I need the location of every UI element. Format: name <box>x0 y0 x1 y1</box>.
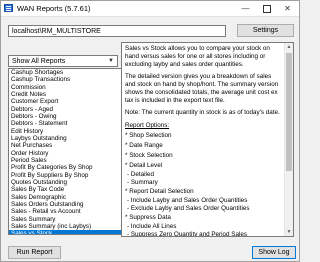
minimize-button[interactable]: — <box>235 1 256 16</box>
report-list-item[interactable]: Period Sales <box>9 157 124 164</box>
report-list-item[interactable]: Customer Export <box>9 98 124 105</box>
report-options-list: * Shop Selection * Date Range * Stock Sele… <box>125 131 282 237</box>
window-title: WAN Reports (5.7.61) <box>17 4 91 13</box>
report-list-item[interactable]: Quotes Outstanding <box>9 179 124 186</box>
report-list-item[interactable]: Profit By Suppliers By Shop <box>9 172 124 179</box>
report-list-item[interactable]: Commission <box>9 84 124 91</box>
report-list-item[interactable]: Sales Orders Outstanding <box>9 201 124 208</box>
report-option-value: - Include All Lines <box>127 223 177 230</box>
description-paragraph: Sales vs Stock allows you to compare you… <box>125 45 270 68</box>
report-items: Cashup Shortages Cashup Transactions Commi… <box>9 69 131 234</box>
report-option-value: - Include Layby and Sales Order Quantiti… <box>127 197 248 204</box>
report-option: * Detail Level <box>125 162 163 169</box>
report-list-item[interactable]: Sales vs Stock <box>9 230 124 234</box>
maximize-icon <box>262 4 271 13</box>
report-filter-value: Show All Reports <box>12 57 66 65</box>
report-description: Sales vs Stock allows you to compare you… <box>121 42 294 237</box>
report-list-item[interactable]: Cashup Transactions <box>9 76 124 83</box>
settings-button[interactable]: Settings <box>237 24 294 37</box>
report-list-item[interactable]: Debtors - Aged <box>9 106 124 113</box>
minimize-icon: — <box>241 3 250 13</box>
close-button[interactable]: ✕ <box>277 1 298 16</box>
report-list-item[interactable]: Debtors - Owing <box>9 113 124 120</box>
report-list[interactable]: Cashup Shortages Cashup Transactions Commi… <box>8 68 132 235</box>
scroll-up-icon[interactable]: ▲ <box>285 43 293 51</box>
report-option-value: - Summary <box>127 179 158 186</box>
report-list-item[interactable]: Sales Demographic <box>9 194 124 201</box>
server-field[interactable]: localhost\RM_MULTISTORE <box>8 25 226 37</box>
report-list-item[interactable]: Sales - Retail vs Account <box>9 208 124 215</box>
description-text: Sales vs Stock allows you to compare you… <box>125 45 282 117</box>
report-filter-dropdown[interactable]: Show All Reports ▼ <box>8 55 118 67</box>
description-paragraph: Note: The current quantity in stock is a… <box>125 109 280 116</box>
report-option-value: - Exclude Layby and Sales Order Quantiti… <box>127 205 250 212</box>
report-option-value: - Detailed <box>127 171 154 178</box>
report-list-item[interactable]: Cashup Shortages <box>9 69 124 76</box>
report-list-item[interactable]: Credit Notes <box>9 91 124 98</box>
run-report-button[interactable]: Run Report <box>8 246 61 259</box>
report-option: * Report Detail Selection <box>125 188 194 195</box>
report-list-item[interactable]: Edit History <box>9 128 124 135</box>
report-option-value: - Suppress Zero Quantity and Period Sale… <box>127 231 248 237</box>
report-list-item[interactable]: Order History <box>9 150 124 157</box>
report-list-item[interactable]: Net Purchases <box>9 142 124 149</box>
report-list-item[interactable]: Laybys Outstanding <box>9 135 124 142</box>
report-option: * Suppress Data <box>125 214 171 221</box>
show-log-button[interactable]: Show Log <box>252 246 296 259</box>
report-option: * Stock Selection <box>125 152 173 159</box>
report-option: * Shop Selection <box>125 132 172 139</box>
report-list-item[interactable]: Sales By Tax Code <box>9 186 124 193</box>
title-bar[interactable]: WAN Reports (5.7.61) — ✕ <box>1 1 299 17</box>
app-icon <box>4 4 13 12</box>
description-scrollbar[interactable]: ▲ ▼ <box>284 43 293 236</box>
maximize-button[interactable] <box>256 1 277 16</box>
report-options-heading: Report Options: <box>125 122 170 129</box>
report-list-item[interactable]: Debtors - Statement <box>9 120 124 127</box>
report-option: * Date Range <box>125 142 163 149</box>
report-list-item[interactable]: Sales Summary (inc Laybys) <box>9 223 124 230</box>
scroll-down-icon[interactable]: ▼ <box>285 228 293 236</box>
close-icon: ✕ <box>284 3 291 13</box>
app-window: WAN Reports (5.7.61) — ✕ localhost\RM_MU… <box>0 0 300 262</box>
chevron-down-icon: ▼ <box>108 58 114 64</box>
description-paragraph: The detailed version gives you a breakdo… <box>125 73 279 104</box>
report-list-item[interactable]: Sales Summary <box>9 216 124 223</box>
scroll-thumb[interactable] <box>286 53 292 171</box>
report-list-item[interactable]: Profit By Categories By Shop <box>9 164 124 171</box>
